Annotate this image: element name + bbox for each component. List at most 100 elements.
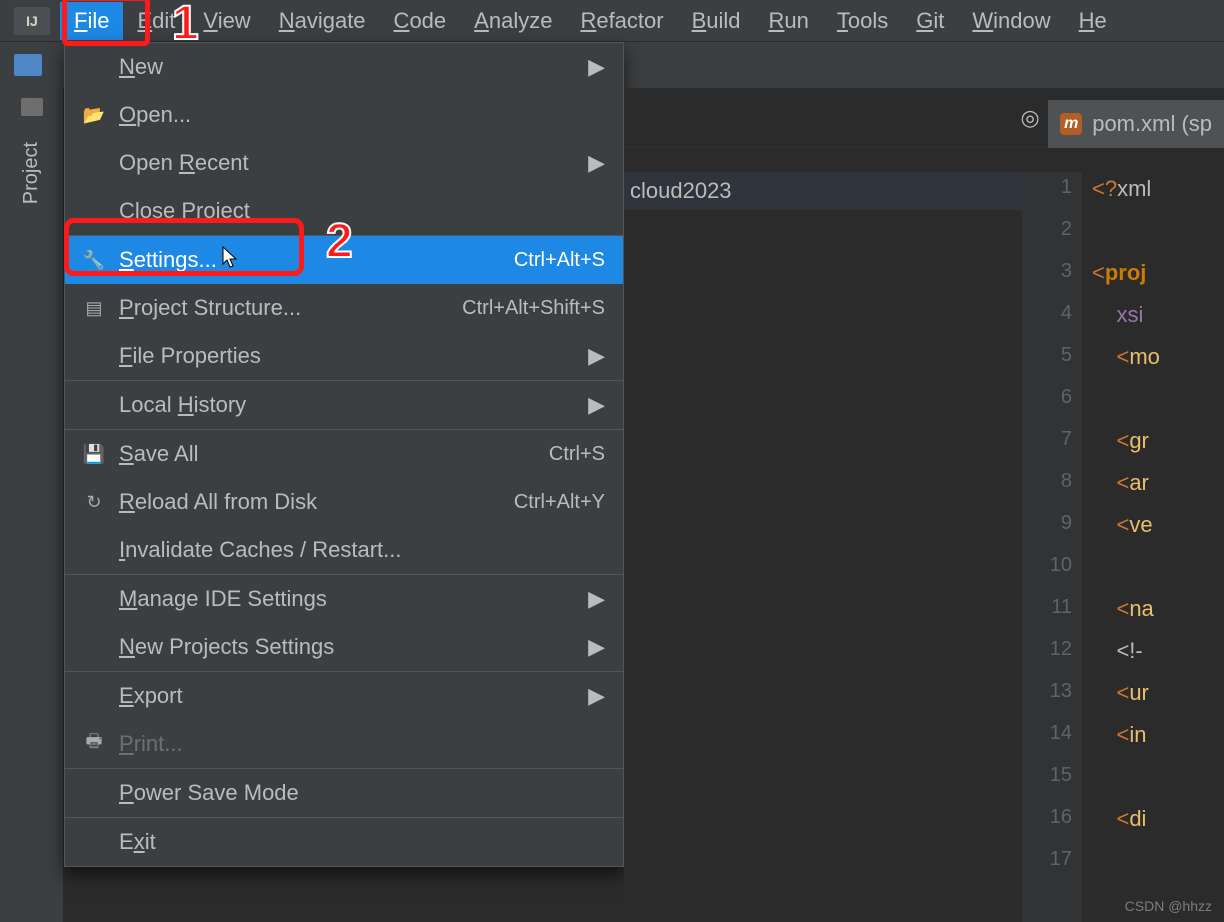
menu-item-label: Local History (119, 392, 605, 418)
submenu-arrow-icon: ▶ (588, 683, 605, 709)
project-folder-icon[interactable] (14, 54, 42, 76)
code-line[interactable] (1092, 554, 1224, 596)
reload-icon: ↻ (83, 491, 105, 513)
menu-item-power-save-mode[interactable]: Power Save Mode (65, 769, 623, 817)
menu-item-new-projects-settings[interactable]: New Projects Settings▶ (65, 623, 623, 671)
gutter-line-number: 10 (1022, 554, 1072, 596)
gutter-line-number: 9 (1022, 512, 1072, 554)
submenu-arrow-icon: ▶ (588, 634, 605, 660)
menu-item-invalidate-caches-restart[interactable]: Invalidate Caches / Restart... (65, 526, 623, 574)
code-line[interactable] (1092, 386, 1224, 428)
project-structure-icon: ▤ (83, 297, 105, 319)
gutter-line-number: 15 (1022, 764, 1072, 806)
gutter-line-number: 11 (1022, 596, 1072, 638)
menu-item-label: Manage IDE Settings (119, 586, 605, 612)
code-line[interactable]: <ve (1092, 512, 1224, 554)
menu-item-reload-all-from-disk[interactable]: ↻ Reload All from DiskCtrl+Alt+Y (65, 478, 623, 526)
menu-item-save-all[interactable]: 💾Save AllCtrl+S (65, 430, 623, 478)
project-tool-window-tab[interactable]: Project (0, 88, 64, 922)
code-line[interactable]: xsi (1092, 302, 1224, 344)
target-icon[interactable]: ◎ (1020, 105, 1039, 131)
code-line[interactable]: <in (1092, 722, 1224, 764)
code-line[interactable]: <proj (1092, 260, 1224, 302)
menu-item-label: Power Save Mode (119, 780, 605, 806)
code-line[interactable]: <mo (1092, 344, 1224, 386)
menu-item-view[interactable]: View (189, 2, 264, 40)
code-line[interactable]: <na (1092, 596, 1224, 638)
gutter-line-number: 3 (1022, 260, 1072, 302)
gutter-line-number: 1 (1022, 176, 1072, 218)
folder-open-icon: 📂 (83, 104, 105, 126)
code-line[interactable]: <!- (1092, 638, 1224, 680)
gutter-line-number: 13 (1022, 680, 1072, 722)
menu-item-code[interactable]: Code (380, 2, 461, 40)
menu-item-label: Open Recent (119, 150, 605, 176)
code-line[interactable]: <?xml (1092, 176, 1224, 218)
menu-item-manage-ide-settings[interactable]: Manage IDE Settings▶ (65, 575, 623, 623)
menu-item-label: Save All (119, 441, 549, 467)
code-line[interactable] (1092, 218, 1224, 260)
gutter-line-number: 17 (1022, 848, 1072, 890)
menu-item-print: 🖶 Print... (65, 720, 623, 768)
menu-item-label: Print... (119, 731, 605, 757)
menu-item-label: Invalidate Caches / Restart... (119, 537, 605, 563)
project-tree-selected-row[interactable]: cloud2023 (624, 172, 1024, 210)
mouse-cursor-icon (222, 246, 238, 268)
menu-item-new[interactable]: New▶ (65, 43, 623, 91)
editor-content[interactable]: <?xml <proj xsi <mo <gr <ar <ve <na <!- <… (1082, 172, 1224, 922)
menu-item-navigate[interactable]: Navigate (265, 2, 380, 40)
code-line[interactable] (1092, 764, 1224, 806)
menu-item-build[interactable]: Build (678, 2, 755, 40)
gutter-line-number: 12 (1022, 638, 1072, 680)
menu-item-label: File Properties (119, 343, 605, 369)
menu-item-open-recent[interactable]: Open Recent▶ (65, 139, 623, 187)
submenu-arrow-icon: ▶ (588, 392, 605, 418)
editor-gutter: 1234567891011121314151617 (1022, 172, 1082, 922)
code-line[interactable] (1092, 848, 1224, 890)
code-line[interactable]: <gr (1092, 428, 1224, 470)
project-tool-window-label: Project (20, 142, 43, 204)
app-logo: IJ (14, 7, 50, 35)
menu-item-shortcut: Ctrl+S (549, 443, 605, 466)
menu-item-label: Reload All from Disk (119, 489, 514, 515)
print-icon: 🖶 (83, 733, 105, 755)
menu-item-shortcut: Ctrl+Alt+S (514, 249, 605, 272)
menu-item-analyze[interactable]: Analyze (460, 2, 566, 40)
editor-tab-active[interactable]: m pom.xml (sp (1048, 100, 1224, 148)
code-editor[interactable]: 1234567891011121314151617 <?xml<proj xsi… (1022, 172, 1224, 922)
menu-item-label: Project Structure... (119, 295, 462, 321)
file-menu-dropdown: New▶📂Open...Open Recent▶Close Project🔧Se… (64, 42, 624, 867)
menu-item-git[interactable]: Git (902, 2, 958, 40)
menu-item-shortcut: Ctrl+Alt+Y (514, 491, 605, 514)
editor-tab-label: pom.xml (sp (1092, 111, 1212, 137)
menu-item-open[interactable]: 📂 Open... (65, 91, 623, 139)
gutter-line-number: 8 (1022, 470, 1072, 512)
project-tool-window-icon (21, 98, 43, 116)
menu-item-run[interactable]: Run (755, 2, 823, 40)
maven-file-icon: m (1060, 113, 1082, 135)
menu-item-local-history[interactable]: Local History▶ (65, 381, 623, 429)
menu-item-file-properties[interactable]: File Properties▶ (65, 332, 623, 380)
watermark: CSDN @hhzz (1125, 898, 1212, 914)
menu-item-label: Open... (119, 102, 605, 128)
menu-item-exit[interactable]: Exit (65, 818, 623, 866)
code-line[interactable]: <di (1092, 806, 1224, 848)
menu-item-tools[interactable]: Tools (823, 2, 902, 40)
gutter-line-number: 6 (1022, 386, 1072, 428)
menu-item-project-structure[interactable]: ▤ Project Structure...Ctrl+Alt+Shift+S (65, 284, 623, 332)
code-line[interactable]: <ur (1092, 680, 1224, 722)
gutter-line-number: 7 (1022, 428, 1072, 470)
menu-item-export[interactable]: Export▶ (65, 672, 623, 720)
menu-item-label: Export (119, 683, 605, 709)
menu-item-he[interactable]: He (1065, 2, 1121, 40)
menu-item-label: Exit (119, 829, 605, 855)
menu-item-window[interactable]: Window (958, 2, 1064, 40)
menu-item-label: New (119, 54, 605, 80)
code-line[interactable]: <ar (1092, 470, 1224, 512)
menu-item-refactor[interactable]: Refactor (566, 2, 677, 40)
callout-2: 2 (326, 214, 353, 269)
gutter-line-number: 14 (1022, 722, 1072, 764)
submenu-arrow-icon: ▶ (588, 586, 605, 612)
menu-item-shortcut: Ctrl+Alt+Shift+S (462, 297, 605, 320)
callout-1: 1 (172, 0, 199, 51)
